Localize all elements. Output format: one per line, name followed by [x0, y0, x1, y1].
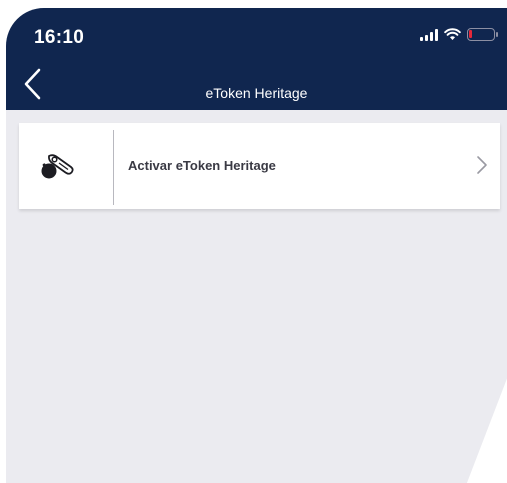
- card-divider: [113, 130, 114, 205]
- app-screen: 16:10 eToken Heritage Activar eToken Her…: [6, 8, 507, 483]
- battery-level: [469, 30, 472, 38]
- signal-icon: [420, 28, 438, 41]
- battery-icon: [467, 28, 498, 41]
- wifi-icon: [444, 28, 461, 40]
- token-key-icon: [41, 154, 74, 179]
- chevron-right-icon: [477, 156, 487, 174]
- page-title: eToken Heritage: [205, 85, 308, 101]
- list-item-label: Activar eToken Heritage: [128, 158, 276, 173]
- list-item-activar-etoken[interactable]: Activar eToken Heritage: [19, 123, 500, 209]
- status-icons: [420, 28, 498, 41]
- status-time: 16:10: [34, 27, 85, 48]
- header-bar: 16:10 eToken Heritage: [6, 8, 507, 110]
